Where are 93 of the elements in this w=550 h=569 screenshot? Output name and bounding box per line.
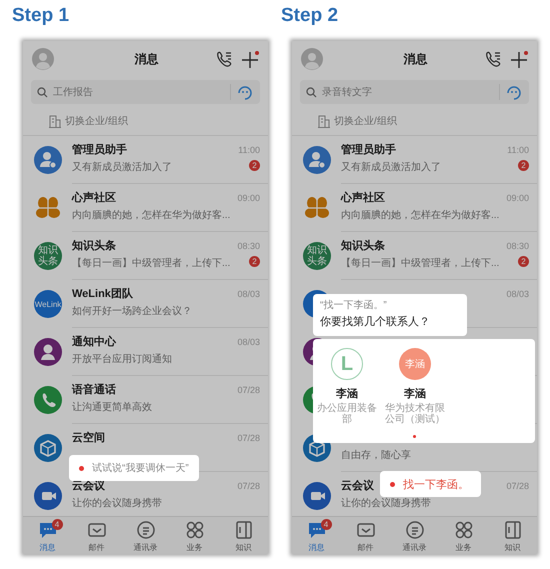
search-bar[interactable]: 工作报告 bbox=[31, 80, 260, 104]
unread-count: 2 bbox=[249, 160, 260, 171]
admin-avatar-icon bbox=[303, 146, 331, 174]
message-preview: 如何开好一场跨企业会议？ bbox=[72, 305, 192, 318]
phone-call-icon[interactable] bbox=[484, 50, 502, 68]
unread-count: 2 bbox=[518, 256, 529, 267]
conversation-title: 云空间 bbox=[72, 431, 105, 445]
search-field[interactable]: 工作报告 bbox=[53, 86, 225, 98]
unread-count: 4 bbox=[320, 519, 332, 530]
page-title: 消息 bbox=[134, 50, 160, 68]
timestamp: 09:00 bbox=[506, 193, 529, 204]
avatar-badge: WeLink bbox=[34, 290, 62, 318]
tab-bar-item[interactable]: 知识 bbox=[488, 517, 537, 554]
message-preview: 自由存，随心享 bbox=[341, 449, 411, 462]
conversation-title: 通知中心 bbox=[72, 335, 116, 349]
recording-dot-icon bbox=[79, 466, 84, 470]
message-preview: 让你的会议随身携带 bbox=[341, 497, 431, 510]
step-label: Step 2 bbox=[281, 4, 340, 28]
contacts-icon bbox=[404, 518, 426, 540]
recognized-speech-text: 找一下李函。 bbox=[403, 478, 469, 492]
conversation-title: WeLink团队 bbox=[72, 287, 133, 301]
quoted-request: “找一下李函。” bbox=[320, 298, 388, 313]
timestamp: 08/03 bbox=[506, 289, 529, 300]
contact-name[interactable]: 李涵 bbox=[336, 387, 358, 401]
tab-bar-item[interactable]: 知识 bbox=[219, 517, 268, 554]
cube-avatar-icon bbox=[34, 434, 62, 462]
assistant-question: 你要找第几个联系人？ bbox=[320, 315, 431, 330]
message-preview: 内向腼腆的她，怎样在华为做好客... bbox=[72, 209, 230, 222]
conversation-title: 语音通话 bbox=[72, 383, 116, 397]
building-icon bbox=[49, 114, 61, 128]
conversation-title: 心声社区 bbox=[341, 191, 385, 205]
add-icon[interactable] bbox=[241, 50, 260, 68]
conversation-title: 管理员助手 bbox=[341, 143, 396, 157]
avatar-badge: 知识头条 bbox=[303, 242, 331, 270]
contact-department: 办公应用装备部 bbox=[316, 403, 378, 425]
message-preview: 让沟通更简单高效 bbox=[72, 401, 152, 414]
unread-count: 2 bbox=[518, 160, 529, 171]
voice-hint-text: 试试说“我要调休一天” bbox=[92, 462, 189, 475]
timestamp: 07/28 bbox=[237, 481, 260, 492]
timestamp: 08:30 bbox=[506, 241, 529, 252]
timestamp: 07/28 bbox=[506, 481, 529, 492]
recording-dot-icon bbox=[390, 482, 395, 486]
contact-name[interactable]: 李涵 bbox=[404, 387, 426, 401]
switch-organization-link[interactable]: 切换企业/组织 bbox=[334, 114, 397, 128]
video-camera-avatar-icon bbox=[303, 482, 331, 510]
message-preview: 【每日一画】中级管理者，上传下... bbox=[341, 257, 500, 270]
conversation-title: 心声社区 bbox=[72, 191, 116, 205]
tab-bar-item[interactable]: 邮件 bbox=[72, 517, 121, 554]
tab-bar-item[interactable]: 消息 4 bbox=[292, 517, 341, 554]
tab-bar-item[interactable]: 通讯录 bbox=[121, 517, 170, 554]
page-indicator-icon bbox=[413, 435, 416, 438]
timestamp: 07/28 bbox=[237, 385, 260, 396]
conversation-title: 知识头条 bbox=[72, 239, 116, 253]
timestamp: 08/03 bbox=[237, 337, 260, 348]
timestamp: 11:00 bbox=[238, 145, 260, 156]
phone-call-icon[interactable] bbox=[215, 50, 233, 68]
voice-assistant-icon[interactable] bbox=[505, 84, 523, 100]
unread-count: 2 bbox=[249, 256, 260, 267]
phone-avatar-icon bbox=[34, 386, 62, 414]
timestamp: 08/03 bbox=[237, 289, 260, 300]
voice-assistant-icon[interactable] bbox=[236, 84, 254, 100]
search-icon bbox=[306, 86, 317, 98]
avatar-badge: 知识头条 bbox=[34, 242, 62, 270]
tab-bar-item[interactable]: 消息 4 bbox=[23, 517, 72, 554]
person-avatar-icon bbox=[34, 338, 62, 366]
contacts-icon bbox=[134, 518, 156, 540]
timestamp: 09:00 bbox=[237, 193, 260, 204]
page-title: 消息 bbox=[402, 50, 428, 68]
switch-organization-link[interactable]: 切换企业/组织 bbox=[65, 114, 128, 128]
tab-bar-item[interactable]: 业务 bbox=[170, 517, 219, 554]
conversation-title: 知识头条 bbox=[341, 239, 385, 253]
timestamp: 08:30 bbox=[237, 241, 260, 252]
timestamp: 07/28 bbox=[237, 433, 260, 444]
message-preview: 又有新成员激活加入了 bbox=[72, 161, 172, 174]
conversation-title: 管理员助手 bbox=[72, 143, 127, 157]
tab-bar-item[interactable]: 邮件 bbox=[341, 517, 390, 554]
unread-count: 4 bbox=[52, 519, 62, 530]
add-icon[interactable] bbox=[510, 50, 529, 68]
contact-department: 华为技术有限公司（测试） bbox=[384, 403, 446, 425]
tab-bar-item[interactable]: 业务 bbox=[439, 517, 488, 554]
timestamp: 11:00 bbox=[507, 145, 529, 156]
message-preview: 开放平台应用订阅通知 bbox=[72, 353, 172, 366]
message-preview: 又有新成员激活加入了 bbox=[341, 161, 441, 174]
message-preview: 让你的会议随身携带 bbox=[72, 497, 162, 510]
admin-avatar-icon bbox=[34, 146, 62, 174]
tab-bar-item[interactable]: 通讯录 bbox=[390, 517, 439, 554]
message-preview: 内向腼腆的她，怎样在华为做好客... bbox=[341, 209, 500, 222]
building-icon bbox=[318, 114, 330, 128]
search-icon bbox=[37, 86, 48, 98]
step-label: Step 1 bbox=[12, 4, 70, 28]
video-camera-avatar-icon bbox=[34, 482, 62, 510]
conversation-title: 云会议 bbox=[341, 479, 374, 493]
message-preview: 【每日一画】中级管理者，上传下... bbox=[72, 257, 230, 270]
